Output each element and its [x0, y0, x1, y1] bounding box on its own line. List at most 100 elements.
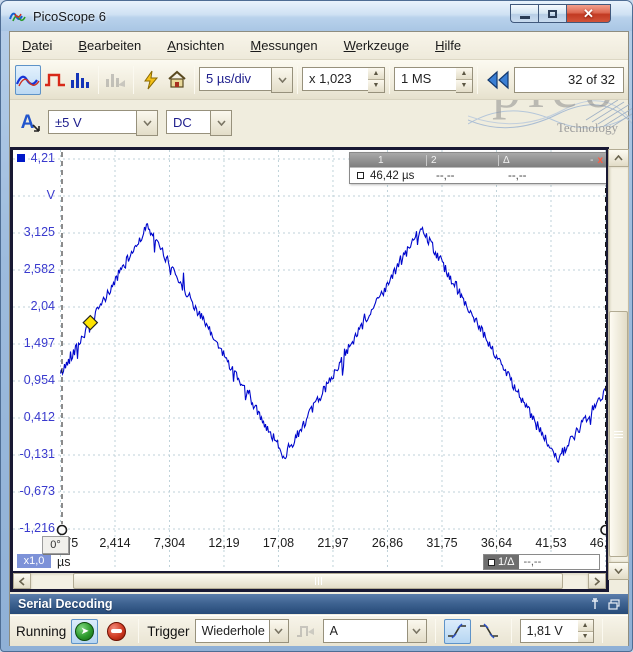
vertical-scroll-thumb[interactable] [609, 311, 628, 557]
sample-count-value[interactable]: 1 MS [394, 67, 456, 91]
trigger-toolbar: Running ➤ Trigger Wiederhole A [10, 615, 628, 646]
title-bar[interactable]: PicoScope 6 ✕ [1, 1, 633, 31]
minimize-button[interactable] [510, 4, 538, 23]
spin-up-icon[interactable]: ▲ [368, 68, 384, 81]
inverse-delta-checkbox[interactable] [488, 559, 495, 566]
maximize-button[interactable] [538, 4, 566, 23]
legend-ruler1-value: 46,42 µs [370, 170, 436, 182]
coupling-combo[interactable]: DC [166, 110, 232, 136]
toolbar-separator [477, 66, 478, 94]
legend-minimize-icon[interactable]: - [587, 155, 596, 166]
spin-up-icon[interactable]: ▲ [456, 68, 472, 81]
scroll-up-button[interactable] [608, 149, 629, 167]
channel-toolbar: A ±5 V DC [10, 100, 628, 146]
close-button[interactable]: ✕ [566, 4, 611, 23]
buffer-rewind-icon[interactable] [486, 70, 510, 90]
inverse-delta-box[interactable]: 1/Δ --,-- [483, 554, 600, 570]
menu-item-werkzeuge[interactable]: Werkzeuge [344, 38, 410, 53]
home-settings-button[interactable] [165, 65, 189, 95]
trigger-level-spinner[interactable]: 1,81 V ▲▼ [520, 619, 594, 643]
range-combo[interactable]: ±5 V [48, 110, 158, 136]
scope-view-button[interactable] [15, 65, 41, 95]
coupling-dropdown-button[interactable] [210, 110, 232, 136]
timebase-combo[interactable]: 5 µs/div [199, 67, 293, 93]
horizontal-scroll-thumb[interactable] [73, 573, 563, 589]
trigger-level-spin-buttons[interactable]: ▲▼ [578, 619, 594, 643]
zoom-factor-spin-buttons[interactable]: ▲▼ [368, 67, 385, 93]
ruler-legend[interactable]: 1 2 Δ - x 46,42 µs --,-- --,-- [349, 152, 606, 184]
menu-item-hilfe[interactable]: Hilfe [435, 38, 461, 53]
channel-a-button[interactable]: A [15, 107, 47, 139]
spin-down-icon[interactable]: ▼ [456, 80, 472, 92]
horizontal-scroll-track[interactable] [31, 573, 588, 589]
chevron-left-icon [19, 577, 25, 586]
scroll-down-button[interactable] [608, 562, 629, 580]
trigger-source-dropdown-button[interactable] [407, 619, 427, 643]
scroll-left-button[interactable] [13, 573, 31, 589]
legend-row-checkbox[interactable] [357, 172, 364, 179]
menu-item-bearbeiten[interactable]: Bearbeiten [78, 38, 141, 53]
main-toolbar: 5 µs/div x 1,023 ▲▼ 1 MS ▲▼ [10, 60, 628, 100]
start-capture-button[interactable]: ➤ [71, 619, 98, 644]
buffer-position[interactable]: 32 of 32 [514, 67, 624, 93]
y-axis-tick-label: 3,125 [13, 225, 55, 239]
falling-edge-button[interactable] [476, 619, 503, 644]
trigger-mode-dropdown-button[interactable] [269, 619, 289, 643]
y-axis-tick-label: 0,954 [13, 373, 55, 387]
inverse-delta-label: 1/Δ [498, 556, 515, 568]
horizontal-scrollbar[interactable] [13, 571, 606, 589]
trigger-mode-value[interactable]: Wiederhole [195, 619, 269, 643]
zoom-badge: x1,0 [17, 554, 51, 568]
trigger-level-value[interactable]: 1,81 V [520, 619, 578, 643]
sample-count-spinner[interactable]: 1 MS ▲▼ [394, 67, 473, 93]
auto-setup-button[interactable] [139, 65, 163, 95]
signal-square-button[interactable] [43, 65, 67, 95]
x-axis-tick-label: 7,304 [146, 536, 194, 550]
y-axis-tick-label: -1,216 [13, 521, 55, 535]
close-icon: ✕ [583, 6, 594, 22]
menu-item-messungen[interactable]: Messungen [250, 38, 317, 53]
pin-icon[interactable] [590, 598, 600, 610]
serial-decoding-panel-header[interactable]: Serial Decoding [10, 594, 628, 614]
spectrum-view-button[interactable] [69, 65, 93, 95]
serial-decoding-title: Serial Decoding [18, 597, 112, 611]
legend-close-icon[interactable]: x [596, 155, 606, 166]
trigger-mode-combo[interactable]: Wiederhole [195, 619, 289, 643]
scope-display[interactable]: x1,0 0° 1/Δ --,-- 1 2 Δ - x [10, 147, 609, 592]
spin-down-icon[interactable]: ▼ [578, 632, 593, 643]
menu-item-datei[interactable]: Datei [22, 38, 52, 53]
advanced-trigger-icon-disabled [296, 623, 316, 639]
sample-count-spin-buttons[interactable]: ▲▼ [456, 67, 473, 93]
x-axis-unit: µs [57, 555, 70, 569]
channel-arrow-icon [32, 124, 41, 133]
phase-ruler-badge[interactable]: 0° [42, 536, 69, 554]
range-dropdown-button[interactable] [136, 110, 158, 136]
float-window-icon[interactable] [608, 599, 620, 610]
trigger-source-value[interactable]: A [323, 619, 407, 643]
client-area: Datei Bearbeiten Ansichten Messungen Werkzeu… [9, 31, 629, 646]
menu-bar: Datei Bearbeiten Ansichten Messungen Werkzeu… [10, 32, 628, 60]
chevron-down-icon [274, 628, 283, 634]
vertical-scrollbar[interactable] [608, 149, 629, 580]
timebase-dropdown-button[interactable] [271, 67, 293, 93]
window-title: PicoScope 6 [33, 9, 106, 24]
vertical-scroll-track[interactable] [608, 167, 629, 562]
statusbar-separator [138, 619, 139, 643]
y-axis-tick-label: 0,412 [13, 410, 55, 424]
statusbar-separator [602, 619, 603, 643]
legend-delta-value: --,-- [508, 170, 606, 182]
zoom-factor-value[interactable]: x 1,023 [302, 67, 368, 91]
rising-edge-button[interactable] [444, 619, 471, 644]
menu-item-ansichten[interactable]: Ansichten [167, 38, 224, 53]
waveform-plot[interactable]: x1,0 0° 1/Δ --,-- 1 2 Δ - x [13, 150, 606, 570]
stop-capture-button[interactable] [103, 619, 130, 644]
toolbar-separator [194, 66, 195, 94]
coupling-value[interactable]: DC [166, 110, 210, 134]
trigger-source-combo[interactable]: A [323, 619, 427, 643]
spin-up-icon[interactable]: ▲ [578, 620, 593, 632]
scroll-right-button[interactable] [588, 573, 606, 589]
timebase-value[interactable]: 5 µs/div [199, 67, 271, 91]
spin-down-icon[interactable]: ▼ [368, 80, 384, 92]
zoom-factor-spinner[interactable]: x 1,023 ▲▼ [302, 67, 385, 93]
range-value[interactable]: ±5 V [48, 110, 136, 134]
